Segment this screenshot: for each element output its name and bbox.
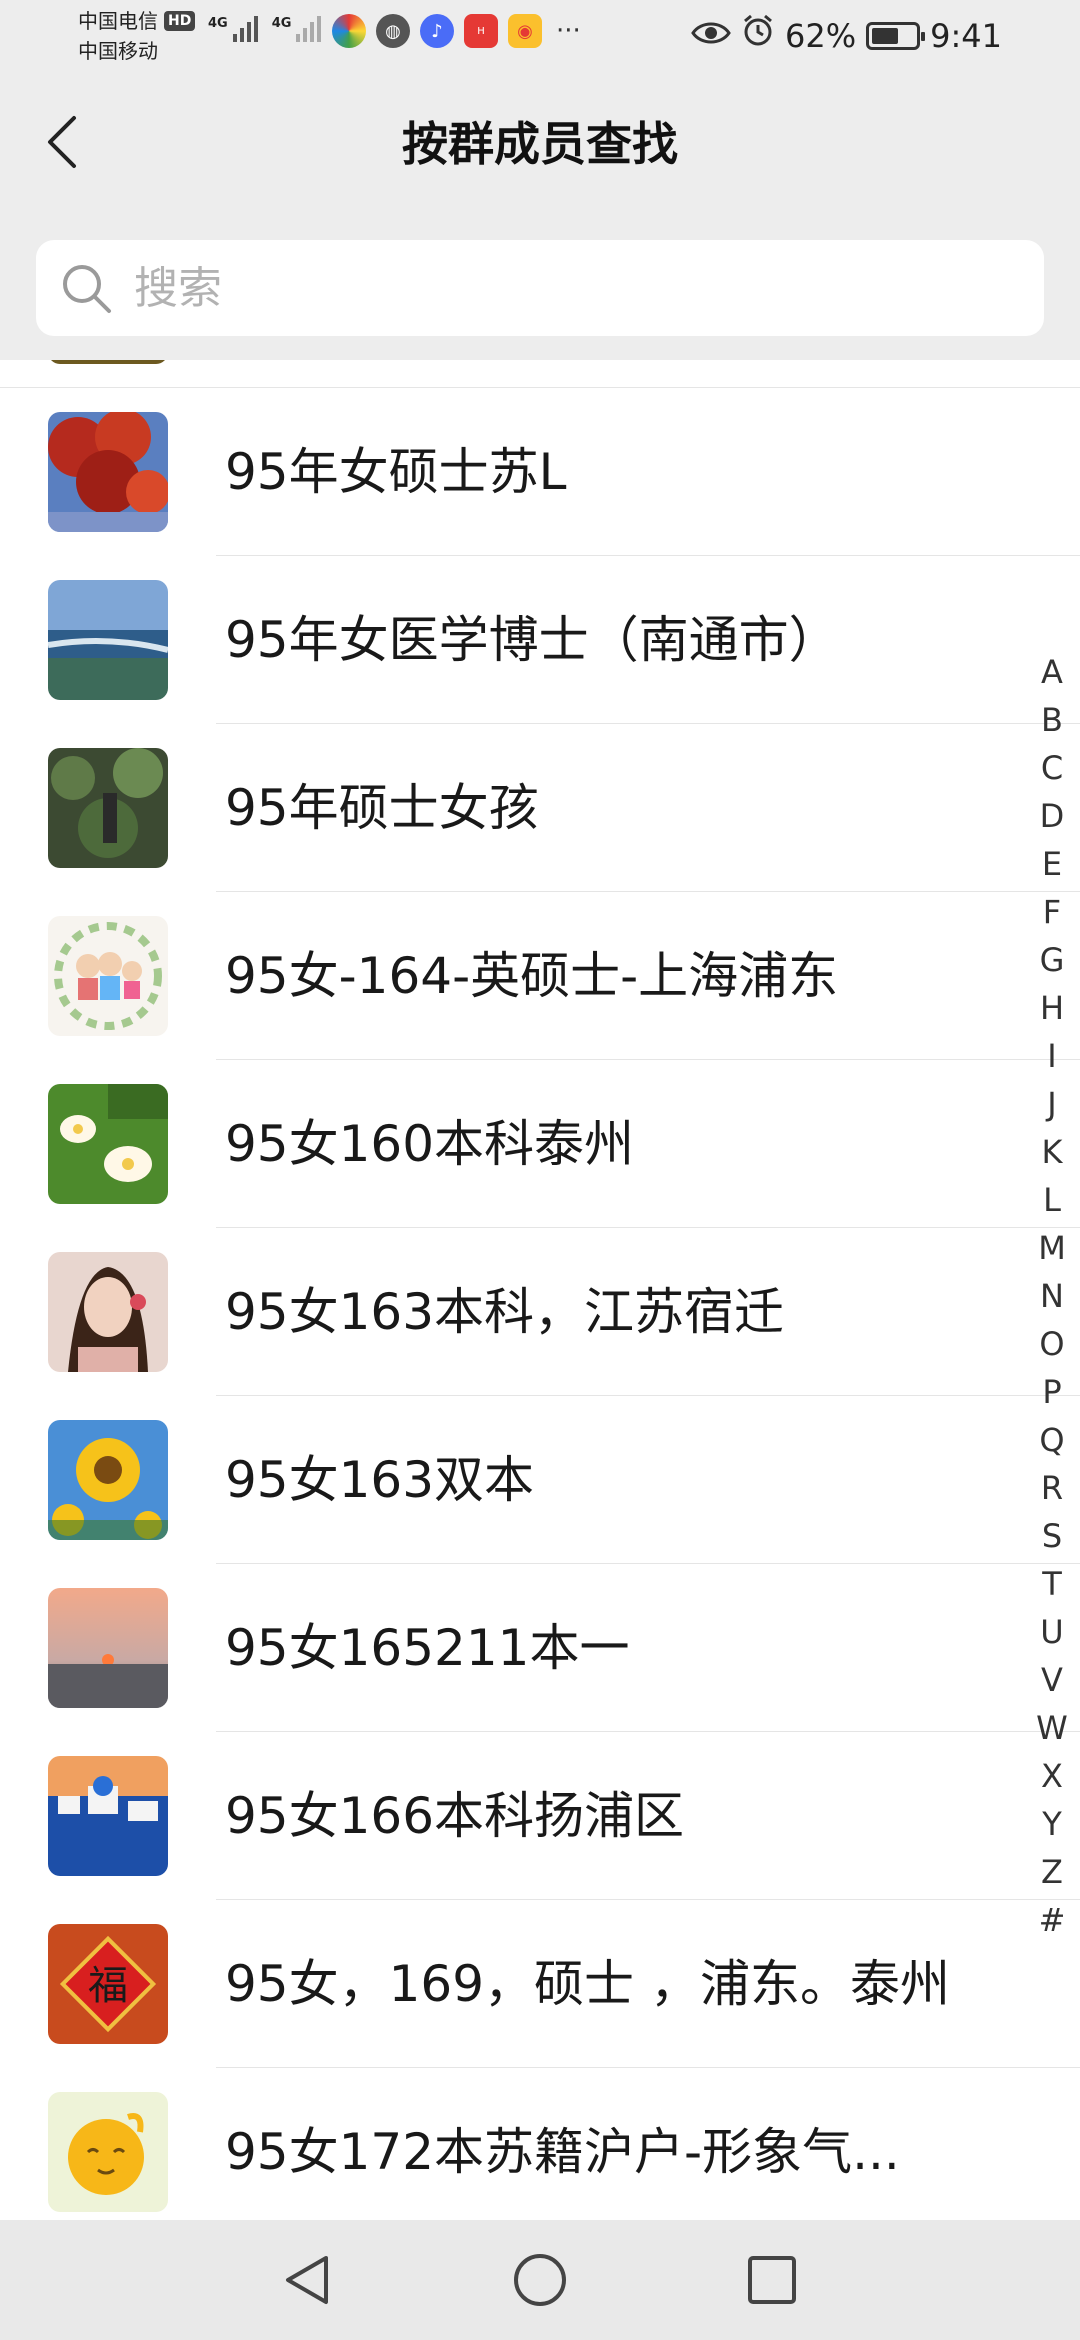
search-area [0, 220, 1080, 360]
hd-badge: HD [164, 11, 196, 31]
index-letter[interactable]: R [1041, 1464, 1063, 1512]
index-letter[interactable]: O [1039, 1320, 1064, 1368]
avatar [48, 580, 168, 700]
huawei-app-icon: H [464, 14, 498, 48]
nav-header: 按群成员查找 [0, 72, 1080, 220]
avatar [48, 1084, 168, 1204]
index-letter[interactable]: Q [1039, 1416, 1064, 1464]
index-letter[interactable]: # [1039, 1896, 1066, 1944]
index-letter[interactable]: J [1047, 1080, 1056, 1128]
index-letter[interactable]: B [1041, 696, 1063, 744]
index-letter[interactable]: D [1040, 792, 1065, 840]
member-name: 95女165211本一 [225, 1619, 630, 1677]
globe-app-icon: ◍ [376, 14, 410, 48]
network-2-label: 4G [271, 16, 292, 31]
alphabet-index[interactable]: A B C D E F G H I J K L M N O P Q R S T … [1030, 648, 1074, 1944]
index-letter[interactable]: E [1042, 840, 1062, 888]
music-app-icon: ♪ [420, 14, 454, 48]
avatar [48, 1252, 168, 1372]
index-letter[interactable]: G [1040, 936, 1065, 984]
home-circle-icon[interactable] [510, 2250, 570, 2310]
weibo-app-icon: ◉ [508, 14, 542, 48]
member-name: 95女，169，硕士 ，浦东。泰州 [225, 1955, 950, 2013]
index-letter[interactable]: K [1042, 1128, 1063, 1176]
member-name: 95年女硕士苏L [225, 443, 567, 501]
status-bar: 中国电信 HD 中国移动 4G 4G ◍ ♪ H ◉ ··· 62% 9:41 [0, 0, 1080, 72]
index-letter[interactable]: S [1042, 1512, 1062, 1560]
index-letter[interactable]: C [1041, 744, 1063, 792]
index-letter[interactable]: P [1042, 1368, 1061, 1416]
avatar: 福 [48, 1924, 168, 2044]
page-title: 按群成员查找 [402, 117, 678, 171]
member-name: 95女-164-英硕士-上海浦东 [225, 947, 839, 1005]
member-name: 95女166本科扬浦区 [225, 1787, 685, 1845]
member-row[interactable]: 95女165211本一 [0, 1564, 1080, 1732]
alarm-icon [741, 12, 775, 60]
index-letter[interactable]: V [1041, 1656, 1063, 1704]
colorful-app-icon [332, 14, 366, 48]
index-letter[interactable]: X [1041, 1752, 1063, 1800]
member-name: 95女163本科，江苏宿迁 [225, 1283, 785, 1341]
index-letter[interactable]: T [1042, 1560, 1062, 1608]
search-icon [58, 260, 114, 316]
recent-square-icon[interactable] [742, 2250, 802, 2310]
carrier-2-label: 中国移动 [78, 39, 158, 63]
carrier-1-label: 中国电信 [78, 9, 158, 33]
avatar [48, 916, 168, 1036]
index-letter[interactable]: H [1040, 984, 1064, 1032]
member-row[interactable]: 福 95女，169，硕士 ，浦东。泰州 [0, 1900, 1080, 2068]
member-name: 95女163双本 [225, 1451, 535, 1509]
member-list[interactable]: 95年女硕士苏L 95年女医学博士（南通市） 95年硕士女孩 95女-164-英… [0, 360, 1080, 2220]
index-letter[interactable]: N [1040, 1272, 1064, 1320]
index-letter[interactable]: W [1036, 1704, 1068, 1752]
avatar [48, 2092, 168, 2212]
status-right: 62% 9:41 [691, 12, 1002, 60]
battery-percent: 62% [785, 17, 857, 55]
more-notifications-label: ··· [556, 16, 581, 46]
member-name: 95女160本科泰州 [225, 1115, 635, 1173]
signal-2-icon: 4G [272, 16, 322, 42]
avatar [48, 1420, 168, 1540]
carrier-info: 中国电信 HD 中国移动 [78, 6, 196, 66]
avatar [48, 360, 168, 364]
back-triangle-icon[interactable] [278, 2250, 338, 2310]
member-name: 95女172本苏籍沪户-形象气... [225, 2123, 900, 2181]
index-letter[interactable]: Y [1042, 1800, 1062, 1848]
system-navigation-bar [0, 2220, 1080, 2340]
list-item-partial [0, 360, 1080, 388]
avatar [48, 748, 168, 868]
svg-text:福: 福 [88, 1963, 128, 2009]
signal-indicators: 4G 4G [208, 16, 322, 42]
signal-1-icon: 4G [208, 16, 258, 42]
avatar [48, 1756, 168, 1876]
index-letter[interactable]: Z [1041, 1848, 1063, 1896]
avatar [48, 412, 168, 532]
index-letter[interactable]: I [1047, 1032, 1056, 1080]
member-row[interactable]: 95年女医学博士（南通市） [0, 556, 1080, 724]
member-row[interactable]: 95女-164-英硕士-上海浦东 [0, 892, 1080, 1060]
member-row[interactable]: 95女166本科扬浦区 [0, 1732, 1080, 1900]
search-bar[interactable] [36, 240, 1044, 336]
network-1-label: 4G [208, 16, 228, 31]
index-letter[interactable]: L [1043, 1176, 1061, 1224]
notification-app-icons: ◍ ♪ H ◉ ··· [332, 14, 581, 48]
eye-icon [691, 12, 731, 60]
member-row[interactable]: 95女163双本 [0, 1396, 1080, 1564]
search-input[interactable] [134, 262, 1044, 314]
member-name: 95年女医学博士（南通市） [225, 611, 839, 669]
index-letter[interactable]: A [1041, 648, 1063, 696]
member-row[interactable]: 95女160本科泰州 [0, 1060, 1080, 1228]
member-name: 95年硕士女孩 [225, 779, 539, 837]
member-row[interactable]: 95年女硕士苏L [0, 388, 1080, 556]
member-row[interactable]: 95女172本苏籍沪户-形象气... [0, 2068, 1080, 2220]
index-letter[interactable]: M [1038, 1224, 1066, 1272]
index-letter[interactable]: F [1043, 888, 1061, 936]
member-row[interactable]: 95年硕士女孩 [0, 724, 1080, 892]
clock-time: 9:41 [930, 17, 1002, 55]
avatar [48, 1588, 168, 1708]
index-letter[interactable]: U [1040, 1608, 1063, 1656]
battery-icon [866, 22, 926, 50]
member-row[interactable]: 95女163本科，江苏宿迁 [0, 1228, 1080, 1396]
